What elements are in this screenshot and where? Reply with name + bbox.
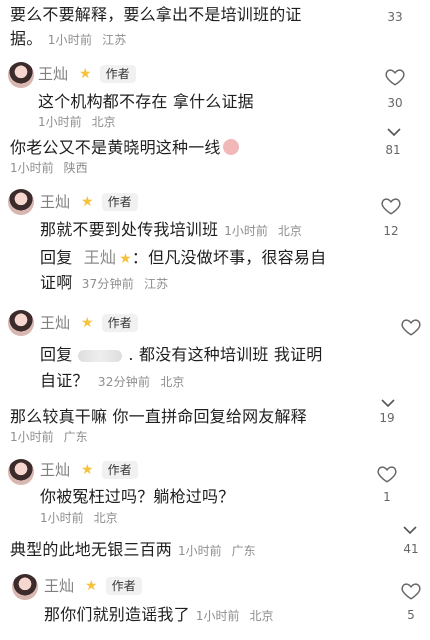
star-icon: ★ (119, 251, 132, 267)
emoji-icon (222, 139, 239, 155)
like-count: 41 (403, 542, 419, 556)
author-tag: 作者 (101, 193, 138, 211)
like-count: 1 (383, 490, 391, 504)
star-icon: ★ (81, 194, 94, 210)
comment-text: 要么不要解释，要么拿出不是培训班的证 (10, 5, 302, 24)
comment-header: 王灿 ★ 作者 (40, 192, 138, 212)
username[interactable]: 王灿 (38, 64, 68, 84)
comment-text: 回复 王灿 ★：但凡没做坏事，很容易自 (40, 248, 327, 267)
comment-text: 据。 1小时前 江苏 (10, 29, 127, 48)
star-icon: ★ (79, 66, 92, 82)
like-button[interactable] (376, 463, 398, 485)
comment-body: 那就不要到处传我培训班 1小时前 北京 (40, 220, 302, 239)
comment-header: 王灿 ★ 作者 (38, 64, 136, 84)
author-tag: 作者 (101, 461, 138, 479)
like-count: 33 (387, 10, 403, 24)
comment-text: 这个机构都不存在 拿什么证据 (38, 92, 254, 111)
comment-header: 王灿 ★ 作者 (40, 313, 138, 333)
like-count: 5 (407, 608, 415, 622)
comment-text: 回复. 都没有这种培训班 我证明 (40, 345, 323, 364)
heart-outline-icon (385, 69, 405, 86)
heart-outline-icon (377, 466, 397, 483)
author-tag: 作者 (101, 314, 138, 332)
comment-meta: 1小时前 北京 (38, 115, 116, 129)
avatar[interactable] (8, 62, 34, 88)
heart-outline-icon (401, 583, 421, 600)
author-tag: 作者 (99, 65, 136, 83)
like-count: 19 (379, 411, 395, 425)
comment-time: 1小时前 (47, 33, 93, 47)
like-button[interactable] (384, 66, 406, 88)
star-icon: ★ (81, 315, 94, 331)
chevron-down-icon[interactable] (386, 127, 402, 137)
comment-text: 证啊 37分钟前 江苏 (40, 273, 169, 292)
author-tag: 作者 (105, 577, 142, 595)
like-count: 30 (387, 96, 403, 110)
avatar[interactable] (12, 574, 38, 600)
chevron-down-icon[interactable] (380, 398, 396, 408)
like-button[interactable] (400, 316, 422, 338)
like-button[interactable] (400, 580, 422, 602)
like-count: 81 (385, 143, 401, 157)
comment-meta: 1小时前 陕西 (10, 161, 88, 175)
blurred-username (78, 349, 123, 362)
heart-outline-icon (401, 319, 421, 336)
comment-header: 王灿 ★ 作者 (40, 460, 138, 480)
avatar[interactable] (8, 189, 34, 215)
comment-text: 那就不要到处传我培训班 (40, 220, 219, 239)
username[interactable]: 王灿 (40, 313, 70, 333)
username[interactable]: 王灿 (40, 460, 70, 480)
comment-body: 典型的此地无银三百两 1小时前 广东 (10, 540, 256, 559)
heart-outline-icon (381, 198, 401, 215)
comment-text: 你老公又不是黄晓明这种一线 (10, 137, 239, 159)
username[interactable]: 王灿 (44, 576, 74, 596)
comment-text: 典型的此地无银三百两 (10, 540, 173, 559)
comment-body: 那你们就别造谣我了 1小时前 北京 (44, 605, 274, 624)
like-button[interactable] (380, 195, 402, 217)
avatar[interactable] (8, 310, 34, 336)
comment-text: 自证？ 32分钟前 北京 (40, 371, 185, 390)
star-icon: ★ (81, 462, 94, 478)
comment-text: 那么较真干嘛 你一直拼命回复给网友解释 (10, 407, 307, 426)
comment-header: 王灿 ★ 作者 (44, 576, 142, 596)
avatar[interactable] (8, 459, 34, 485)
chevron-down-icon[interactable] (402, 525, 418, 535)
like-count: 12 (383, 224, 399, 238)
comment-meta: 1小时前 北京 (40, 511, 118, 525)
reply-username[interactable]: 王灿 (84, 248, 116, 267)
username[interactable]: 王灿 (40, 192, 70, 212)
comment-text: 你被冤枉过吗？躺枪过吗？ (40, 487, 235, 506)
comment-text: 那你们就别造谣我了 (44, 605, 190, 624)
comment-location: 江苏 (102, 33, 127, 47)
star-icon: ★ (85, 578, 98, 594)
comment-meta: 1小时前 广东 (10, 430, 88, 444)
